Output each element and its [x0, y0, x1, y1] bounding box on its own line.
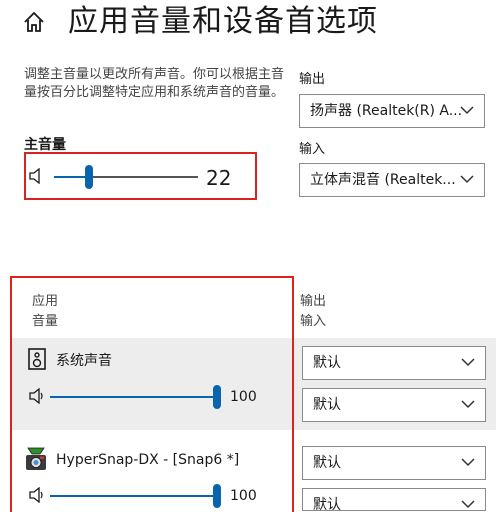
hypersnap-input-dropdown[interactable]: 默认 [302, 488, 486, 511]
apps-col-app: 应用 [32, 294, 59, 309]
apps-col-input: 输入 [300, 314, 327, 329]
chevron-down-icon [461, 400, 475, 409]
system-sounds-output-dropdown[interactable]: 默认 [302, 346, 486, 380]
home-icon[interactable] [22, 10, 46, 34]
page-title: 应用音量和设备首选项 [68, 4, 378, 39]
master-slider-track[interactable] [90, 176, 198, 178]
master-volume-value: 22 [206, 166, 232, 190]
system-sounds-volume-value: 100 [230, 389, 257, 405]
hypersnap-input-value: 默认 [313, 497, 341, 511]
app-name-system-sounds: 系统声音 [56, 353, 112, 369]
chevron-down-icon [461, 358, 475, 367]
output-device-value: 扬声器 (Realtek(R) A... [310, 103, 463, 119]
system-sounds-input-value: 默认 [313, 397, 341, 413]
chevron-down-icon [460, 106, 474, 115]
master-description: 调整主音量以更改所有声音。你可以根据主音量按百分比调整特定应用和系统声音的音量。 [24, 67, 285, 100]
speaker-icon[interactable] [28, 388, 46, 404]
system-sounds-slider-fill[interactable] [50, 396, 216, 398]
system-sounds-slider-thumb[interactable] [213, 385, 221, 409]
speaker-icon[interactable] [28, 487, 46, 503]
apps-col-volume: 音量 [32, 314, 59, 329]
chevron-down-icon [461, 458, 475, 467]
hypersnap-output-dropdown[interactable]: 默认 [302, 446, 486, 480]
speaker-icon[interactable] [28, 168, 46, 184]
hypersnap-app-icon [26, 447, 46, 470]
chevron-down-icon [460, 175, 474, 184]
system-sounds-input-dropdown[interactable]: 默认 [302, 388, 486, 422]
chevron-down-icon [461, 500, 475, 509]
system-sounds-output-value: 默认 [313, 355, 341, 371]
output-label: 输出 [299, 72, 326, 87]
output-device-dropdown[interactable]: 扬声器 (Realtek(R) A... [299, 94, 485, 128]
master-volume-label: 主音量 [24, 137, 66, 153]
input-device-value: 立体声混音 (Realtek... [310, 172, 456, 188]
hypersnap-output-value: 默认 [313, 455, 341, 471]
app-name-hypersnap: HyperSnap-DX - [Snap6 *] [56, 452, 240, 468]
system-sounds-icon [28, 348, 46, 370]
apps-col-output: 输出 [300, 294, 327, 309]
hypersnap-slider-thumb[interactable] [213, 484, 221, 508]
hypersnap-volume-value: 100 [230, 488, 257, 504]
hypersnap-slider-fill[interactable] [50, 495, 216, 497]
input-device-dropdown[interactable]: 立体声混音 (Realtek... [299, 163, 485, 197]
input-label: 输入 [299, 142, 326, 157]
master-slider-thumb[interactable] [85, 165, 93, 189]
